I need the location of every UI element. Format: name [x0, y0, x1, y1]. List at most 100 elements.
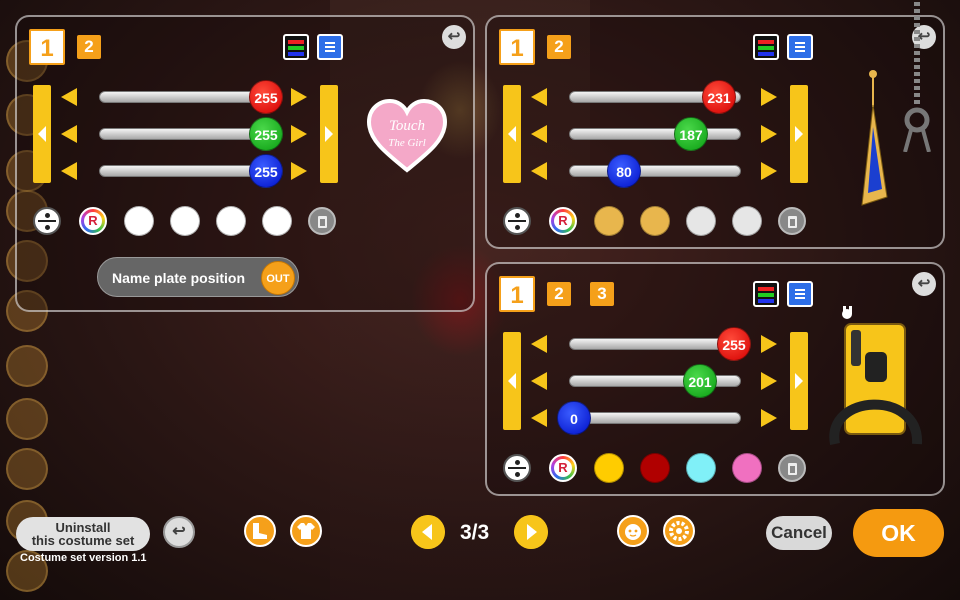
red-slider-track[interactable]: [569, 338, 741, 350]
color-swatch[interactable]: [124, 206, 154, 236]
blue-decrease-button[interactable]: [529, 408, 549, 428]
prev-page-button[interactable]: [411, 515, 445, 549]
green-increase-button[interactable]: [759, 124, 779, 144]
copy-icon[interactable]: [787, 281, 813, 307]
uninstall-costume-button[interactable]: Uninstall this costume set: [16, 517, 150, 551]
blue-slider-knob[interactable]: 80: [607, 154, 641, 188]
color-bars-icon[interactable]: [753, 34, 779, 60]
next-part-button[interactable]: [790, 85, 808, 183]
color-mode-icon[interactable]: [503, 207, 531, 235]
color-bars-icon[interactable]: [283, 34, 309, 60]
random-color-button[interactable]: R: [79, 207, 107, 235]
random-label: R: [554, 212, 572, 230]
blue-slider-track[interactable]: [569, 165, 741, 177]
trash-icon[interactable]: [778, 454, 806, 482]
reset-costume-icon[interactable]: ↩: [163, 516, 195, 548]
color-bars-icon[interactable]: [753, 281, 779, 307]
blue-slider-track[interactable]: [569, 412, 741, 424]
blue-increase-button[interactable]: [759, 161, 779, 181]
blue-decrease-button[interactable]: [59, 161, 79, 181]
shoes-icon[interactable]: [244, 515, 276, 547]
random-label: R: [84, 212, 102, 230]
bottom-toolbar: Uninstall this costume set Costume set v…: [0, 505, 960, 600]
red-decrease-button[interactable]: [529, 334, 549, 354]
random-color-button[interactable]: R: [549, 454, 577, 482]
color-swatch[interactable]: [262, 206, 292, 236]
costume-version-label: Costume set version 1.1: [20, 552, 147, 564]
tab-2[interactable]: 2: [547, 282, 571, 306]
color-mode-icon[interactable]: [503, 454, 531, 482]
color-swatch[interactable]: [686, 206, 716, 236]
tab-1[interactable]: 1: [499, 276, 535, 312]
color-panel-accessory-1: 1 2 ↩ 231 187 80 R: [485, 2, 945, 249]
red-increase-button[interactable]: [759, 334, 779, 354]
green-slider-knob[interactable]: 201: [683, 364, 717, 398]
prev-part-button[interactable]: [33, 85, 51, 183]
red-increase-button[interactable]: [759, 87, 779, 107]
color-swatch[interactable]: [594, 453, 624, 483]
color-swatch[interactable]: [594, 206, 624, 236]
tab-3[interactable]: 3: [590, 282, 614, 306]
touch-the-girl-heart-icon[interactable]: Touch The Girl: [366, 98, 448, 174]
random-color-button[interactable]: R: [549, 207, 577, 235]
red-increase-button[interactable]: [289, 87, 309, 107]
reset-icon[interactable]: ↩: [442, 25, 466, 49]
red-decrease-button[interactable]: [59, 87, 79, 107]
red-decrease-button[interactable]: [529, 87, 549, 107]
red-slider-knob[interactable]: 231: [702, 80, 736, 114]
blue-slider-track[interactable]: [99, 165, 271, 177]
trash-icon[interactable]: [778, 207, 806, 235]
blue-decrease-button[interactable]: [529, 161, 549, 181]
clothing-icon[interactable]: [290, 515, 322, 547]
next-part-button[interactable]: [320, 85, 338, 183]
green-slider-track[interactable]: [99, 128, 271, 140]
red-slider-track[interactable]: [99, 91, 271, 103]
trash-icon[interactable]: [308, 207, 336, 235]
gear-icon[interactable]: [663, 515, 695, 547]
color-swatch[interactable]: [732, 206, 762, 236]
green-slider-knob[interactable]: 187: [674, 117, 708, 151]
prev-part-button[interactable]: [503, 85, 521, 183]
nameplate-out-toggle[interactable]: OUT: [261, 261, 295, 295]
copy-icon[interactable]: [787, 34, 813, 60]
copy-icon[interactable]: [317, 34, 343, 60]
green-decrease-button[interactable]: [59, 124, 79, 144]
green-decrease-button[interactable]: [529, 124, 549, 144]
cancel-button[interactable]: Cancel: [766, 516, 832, 550]
face-icon[interactable]: [617, 515, 649, 547]
color-swatch[interactable]: [640, 206, 670, 236]
prev-part-button[interactable]: [503, 332, 521, 430]
color-mode-icon[interactable]: [33, 207, 61, 235]
green-decrease-button[interactable]: [529, 371, 549, 391]
red-slider-knob[interactable]: 255: [717, 327, 751, 361]
green-slider-knob[interactable]: 255: [249, 117, 283, 151]
ok-button[interactable]: OK: [853, 509, 944, 557]
green-slider-track[interactable]: [569, 128, 741, 140]
color-swatch[interactable]: [170, 206, 200, 236]
blue-increase-button[interactable]: [759, 408, 779, 428]
next-part-button[interactable]: [790, 332, 808, 430]
nameplate-position-toggle[interactable]: Name plate position OUT: [97, 257, 299, 297]
blue-slider-knob[interactable]: 0: [557, 401, 591, 435]
tab-2[interactable]: 2: [77, 35, 101, 59]
color-panel-main: 1 2 ↩ 255 255 255 R Name plate position …: [15, 15, 475, 312]
next-page-button[interactable]: [514, 515, 548, 549]
color-swatch[interactable]: [686, 453, 716, 483]
blue-slider-knob[interactable]: 255: [249, 154, 283, 188]
tab-2[interactable]: 2: [547, 35, 571, 59]
color-swatch[interactable]: [732, 453, 762, 483]
color-swatch[interactable]: [640, 453, 670, 483]
tab-1[interactable]: 1: [29, 29, 65, 65]
red-slider-knob[interactable]: 255: [249, 80, 283, 114]
tab-1[interactable]: 1: [499, 29, 535, 65]
blue-increase-button[interactable]: [289, 161, 309, 181]
color-panel-accessory-2: 1 2 3 ↩ 255 201 0 R: [485, 262, 945, 496]
reset-icon[interactable]: ↩: [912, 272, 936, 296]
phone-holder-preview-icon: [829, 306, 923, 445]
color-swatch[interactable]: [216, 206, 246, 236]
page-indicator: 3/3: [460, 521, 490, 544]
random-label: R: [554, 459, 572, 477]
green-increase-button[interactable]: [759, 371, 779, 391]
heart-text-line1: Touch: [389, 118, 425, 134]
green-increase-button[interactable]: [289, 124, 309, 144]
